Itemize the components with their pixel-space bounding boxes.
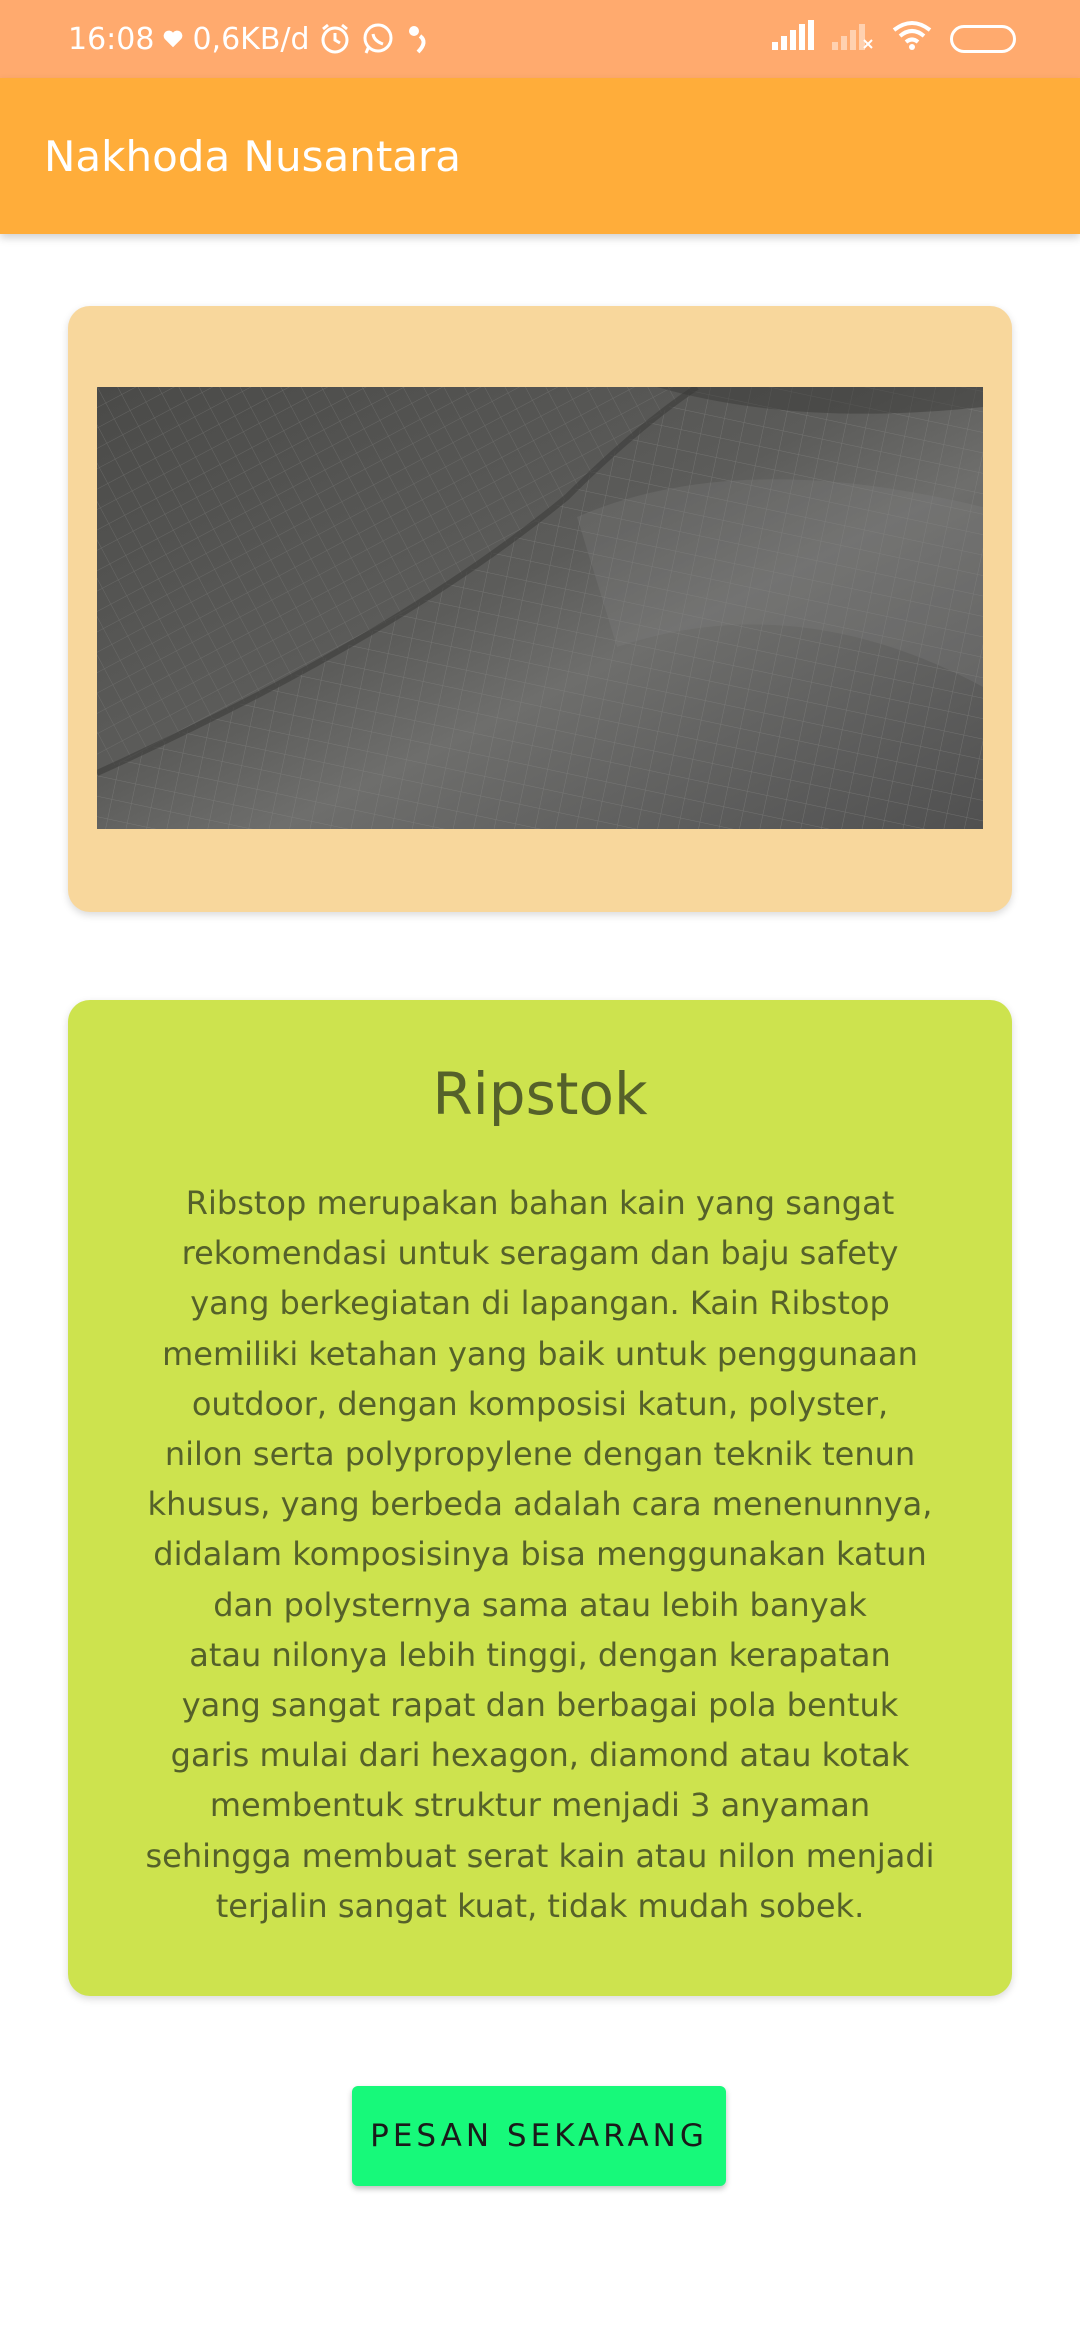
notification-icon xyxy=(404,22,434,56)
status-time: 16:08 xyxy=(68,21,155,57)
signal-empty-icon xyxy=(832,20,874,58)
network-speed: 0,6KB/d xyxy=(192,21,310,57)
description-line: atau nilonya lebih tinggi, dengan kerapa… xyxy=(189,1635,891,1674)
info-description: Ribstop merupakan bahan kain yang sangat… xyxy=(130,1178,950,1931)
status-left: 16:08 0,6KB/d xyxy=(68,0,434,78)
description-line: membentuk struktur menjadi 3 anyaman xyxy=(209,1786,871,1825)
app-bar: Nakhoda Nusantara xyxy=(0,78,1080,234)
description-line: yang berkegiatan di lapangan. Kain Ribst… xyxy=(190,1284,890,1323)
description-line: sehingga membuat serat kain atau nilon m… xyxy=(145,1836,935,1875)
heart-icon xyxy=(162,28,184,50)
info-card: Ripstok Ribstop merupakan bahan kain yan… xyxy=(68,1000,1012,1996)
fabric-image xyxy=(97,387,983,829)
info-title: Ripstok xyxy=(432,1060,648,1128)
whatsapp-icon xyxy=(360,21,396,57)
wifi-icon xyxy=(892,20,932,58)
description-line: memiliki ketahan yang baik untuk penggun… xyxy=(162,1334,918,1373)
description-line: nilon serta polypropylene dengan teknik … xyxy=(164,1435,916,1474)
battery-icon: 65 xyxy=(950,25,1016,53)
description-line: garis mulai dari hexagon, diamond atau k… xyxy=(170,1736,910,1775)
status-bar: 16:08 0,6KB/d 65 xyxy=(0,0,1080,78)
product-image-card xyxy=(68,306,1012,912)
alarm-icon xyxy=(318,22,352,56)
description-line: outdoor, dengan komposisi katun, polyste… xyxy=(191,1384,889,1423)
description-line: Ribstop merupakan bahan kain yang sangat xyxy=(185,1184,895,1222)
description-line: didalam komposisinya bisa menggunakan ka… xyxy=(153,1535,927,1574)
description-line: rekomendasi untuk seragam dan baju safet… xyxy=(181,1234,899,1273)
description-line: yang sangat rapat dan berbagai pola bent… xyxy=(181,1686,899,1725)
status-right: 65 xyxy=(772,0,1016,78)
signal-icon xyxy=(772,20,814,58)
battery-level: 65 xyxy=(969,28,997,50)
description-line: dan polysternya sama atau lebih banyak xyxy=(213,1585,867,1624)
description-line: khusus, yang berbeda adalah cara menenun… xyxy=(147,1485,933,1524)
order-now-button[interactable]: PESAN SEKARANG xyxy=(352,2086,726,2186)
description-line: terjalin sangat kuat, tidak mudah sobek. xyxy=(215,1886,865,1925)
app-title: Nakhoda Nusantara xyxy=(44,131,462,181)
